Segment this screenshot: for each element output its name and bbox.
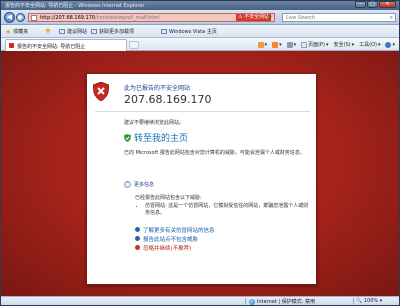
forward-button[interactable]: ▶ — [16, 13, 25, 22]
zoom-level: 100% — [363, 298, 379, 304]
favorite-label: Windows Vista 主页 — [169, 29, 217, 35]
help-icon — [385, 41, 392, 48]
bullet-icon — [135, 236, 140, 241]
status-divider — [353, 298, 354, 304]
globe-icon — [249, 298, 255, 305]
action-links: 了解更多有关仿冒网站的信息 报告此站点不包含威胁 忽略并继续(不推荐) — [135, 225, 215, 252]
close-button[interactable]: ✕ — [379, 1, 396, 8]
window-title: 报告的不安全网站: 导航已阻止 - Windows Internet Explo… — [5, 3, 145, 9]
help-button[interactable]: ▾ — [385, 41, 395, 48]
chevron-up-icon[interactable]: ⌃ — [124, 181, 131, 188]
report-description: 已向 Microsoft 报告此网站包含对您计算机的威胁，可能会泄漏个人或财务信… — [124, 150, 305, 156]
address-bar[interactable]: http://207.68.169.170/contoso/wpro/l_mal… — [28, 13, 275, 22]
danger-shield-icon — [135, 245, 140, 250]
page-menu-label: 页面(P) — [308, 42, 326, 48]
bullet-icon — [135, 227, 140, 232]
home-icon — [257, 41, 264, 48]
tab-active[interactable]: 报告的不安全网站: 导航已阻止 — [5, 39, 127, 51]
ignore-continue-link[interactable]: 忽略并继续(不推荐) — [135, 243, 215, 252]
status-divider — [245, 298, 246, 304]
title-bar[interactable]: 报告的不安全网站: 导航已阻止 - Windows Internet Explo… — [1, 1, 399, 10]
warning-tab-icon — [9, 43, 14, 48]
go-home-link[interactable]: 转至我的主页 — [134, 131, 188, 144]
favorite-item-suggested[interactable]: 建议网站 — [59, 28, 87, 35]
add-favorite-icon: ✚ — [45, 27, 51, 35]
link-icon — [91, 29, 97, 34]
link-icon — [59, 29, 65, 34]
favorites-bar: ★ 收藏夹 ✚ 建议网站 获取更多加载项 Windows Vista 主页 — [1, 25, 399, 38]
search-icon[interactable]: ⌕ — [390, 14, 393, 22]
favorites-button[interactable]: ★ 收藏夹 — [5, 28, 28, 35]
safety-menu[interactable]: 安全(S) ▾ — [333, 41, 355, 49]
home-button[interactable]: ▾ — [257, 41, 267, 48]
refresh-icon[interactable]: ⟳ — [268, 15, 272, 21]
threat-intro: 已经报告此网站包含以下威胁: — [135, 195, 202, 201]
unsafe-site-badge[interactable]: ⚠ 不安全网站 — [236, 14, 272, 21]
tab-label: 报告的不安全网站: 导航已阻止 — [17, 44, 86, 50]
favorite-item-vista[interactable]: Windows Vista 主页 — [161, 28, 217, 35]
report-not-threat-label[interactable]: 报告此站点不包含威胁 — [143, 235, 198, 243]
page-content: 此为已报告的不安全网站 207.68.169.170 建议不要继续浏览此网站。 … — [1, 51, 399, 296]
security-zone[interactable]: Internet | 保护模式: 禁用 — [249, 298, 315, 305]
print-button[interactable]: ▾ — [286, 41, 296, 48]
threat-item: 仿冒网站: 这是一个仿冒网站，它模拟受信任的网站，欺骗您泄露个人或财务信息。 — [145, 203, 310, 217]
address-row: ◀ ▶ http://207.68.169.170/contoso/wpro/l… — [1, 10, 399, 25]
ignore-continue-label[interactable]: 忽略并继续(不推荐) — [143, 244, 191, 252]
back-button[interactable]: ◀ — [4, 12, 15, 23]
browser-window: 报告的不安全网站: 导航已阻止 - Windows Internet Explo… — [0, 0, 400, 306]
shield-warning-icon — [93, 82, 109, 101]
star-icon: ★ — [5, 27, 12, 36]
window-controls: – □ ✕ — [355, 1, 396, 9]
print-icon — [286, 41, 293, 48]
more-info-toggle[interactable]: ⌃ 更多信息 — [124, 181, 154, 188]
command-items: ▾ ▾ ▾ 页面(P) ▾ 安全(S) ▾ 工具(O) ▾ ▾ — [257, 41, 395, 49]
search-placeholder: Live Search — [286, 15, 316, 21]
threat-list: 仿冒网站: 这是一个仿冒网站，它模拟受信任的网站，欺骗您泄露个人或财务信息。 — [145, 203, 310, 217]
recommendation-text: 建议不要继续浏览此网站。 — [124, 120, 185, 126]
search-box[interactable]: Live Search ⌕ — [282, 13, 396, 22]
favorite-label: 获取更多加载项 — [99, 29, 135, 35]
shield-check-icon — [124, 133, 131, 142]
link-icon — [161, 29, 167, 34]
favorites-label: 收藏夹 — [13, 29, 29, 35]
favorites-add-button[interactable]: ✚ — [45, 27, 51, 35]
favorite-label: 建议网站 — [67, 29, 88, 35]
minimize-button[interactable]: – — [355, 1, 366, 8]
new-tab-button[interactable] — [129, 41, 139, 49]
divider — [95, 111, 310, 112]
more-info-label[interactable]: 更多信息 — [134, 181, 154, 188]
threat-details: 已经报告此网站包含以下威胁: 仿冒网站: 这是一个仿冒网站，它模拟受信任的网站，… — [135, 195, 310, 217]
home-link-row[interactable]: 转至我的主页 — [124, 131, 188, 144]
learn-phishing-link[interactable]: 了解更多有关仿冒网站的信息 — [135, 225, 215, 234]
page-icon — [31, 15, 37, 21]
url-text[interactable]: http://207.68.169.170/contoso/wpro/l_mal… — [40, 15, 160, 21]
tools-menu-label: 工具(O) — [359, 42, 377, 48]
favorite-item-addons[interactable]: 获取更多加载项 — [91, 28, 134, 35]
maximize-button[interactable]: □ — [367, 1, 378, 8]
url-domain: http://207.68.169.170 — [40, 15, 96, 21]
status-bar: Internet | 保护模式: 禁用 🔍 100% ▾ — [1, 296, 399, 305]
report-not-threat-link[interactable]: 报告此站点不包含威胁 — [135, 234, 215, 243]
tools-menu[interactable]: 工具(O) ▾ — [359, 41, 380, 49]
unsafe-site-label: 不安全网站 — [244, 14, 270, 20]
page-menu[interactable]: 页面(P) ▾ — [301, 41, 329, 48]
warning-card: 此为已报告的不安全网站 207.68.169.170 建议不要继续浏览此网站。 … — [86, 73, 317, 285]
page-menu-icon — [301, 41, 308, 48]
learn-phishing-label[interactable]: 了解更多有关仿冒网站的信息 — [143, 226, 215, 234]
feeds-icon — [272, 41, 279, 48]
url-path: /contoso/wpro/l_malf.html — [95, 15, 160, 21]
zoom-control[interactable]: 🔍 100% ▾ — [356, 298, 382, 304]
feeds-button[interactable]: ▾ — [272, 41, 282, 48]
zone-label: Internet | 保护模式: 禁用 — [257, 299, 315, 305]
site-address: 207.68.169.170 — [124, 93, 212, 106]
command-bar: 报告的不安全网站: 导航已阻止 ▾ ▾ ▾ 页面(P) ▾ 安全(S) ▾ 工具(O… — [1, 38, 399, 51]
page-title: 此为已报告的不安全网站 — [124, 85, 191, 92]
safety-menu-label: 安全(S) — [333, 42, 351, 48]
